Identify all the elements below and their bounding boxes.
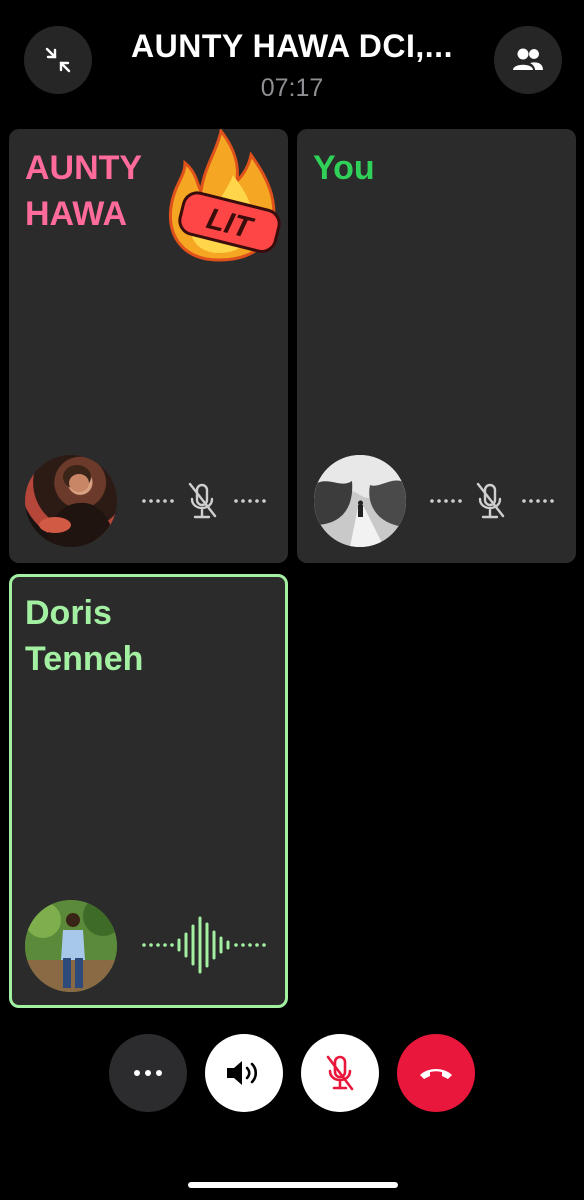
name-line-1: You bbox=[313, 149, 375, 187]
avatar-photo-aunty-hawa bbox=[39, 465, 117, 547]
end-call-icon bbox=[420, 1069, 452, 1079]
minimize-arrows-icon bbox=[45, 47, 71, 73]
call-title: AUNTY HAWA DCI,... bbox=[131, 28, 453, 64]
lit-fire-sticker: LIT bbox=[168, 129, 281, 262]
end-call-button[interactable] bbox=[397, 1034, 475, 1112]
more-options-button[interactable] bbox=[109, 1034, 187, 1112]
participant-tile-aunty-hawa[interactable]: AUNTY HAWA LIT bbox=[9, 129, 288, 563]
participant-name: Doris Tenneh bbox=[25, 590, 143, 682]
name-line-2: HAWA bbox=[25, 195, 127, 233]
name-line-1: Doris bbox=[25, 594, 112, 632]
muted-audio-indicator bbox=[430, 482, 554, 519]
call-timer: 07:17 bbox=[260, 74, 324, 102]
speaker-button[interactable] bbox=[205, 1034, 283, 1112]
mute-button[interactable] bbox=[301, 1034, 379, 1112]
people-icon bbox=[513, 48, 543, 70]
participants-button[interactable] bbox=[494, 26, 562, 94]
avatar bbox=[25, 900, 117, 992]
participant-name: You bbox=[313, 145, 375, 191]
avatar-photo-doris bbox=[25, 900, 117, 992]
avatar-photo-you bbox=[314, 455, 406, 547]
speaking-audio-wave bbox=[142, 916, 266, 974]
name-line-2: Tenneh bbox=[25, 640, 144, 678]
participant-name: AUNTY HAWA bbox=[25, 145, 142, 237]
home-indicator[interactable] bbox=[188, 1182, 398, 1188]
avatar bbox=[314, 455, 406, 547]
minimize-button[interactable] bbox=[24, 26, 92, 94]
speaker-icon bbox=[227, 1061, 258, 1085]
mic-muted-icon bbox=[188, 482, 217, 519]
more-dots-icon bbox=[134, 1070, 162, 1076]
name-line-1: AUNTY bbox=[25, 149, 143, 187]
participant-tile-doris-tenneh[interactable]: Doris Tenneh bbox=[9, 574, 288, 1008]
mic-muted-icon bbox=[476, 482, 505, 519]
avatar bbox=[25, 455, 117, 547]
mic-muted-icon bbox=[326, 1055, 354, 1091]
participant-tile-you[interactable]: You bbox=[297, 129, 576, 563]
muted-audio-indicator bbox=[142, 482, 266, 519]
